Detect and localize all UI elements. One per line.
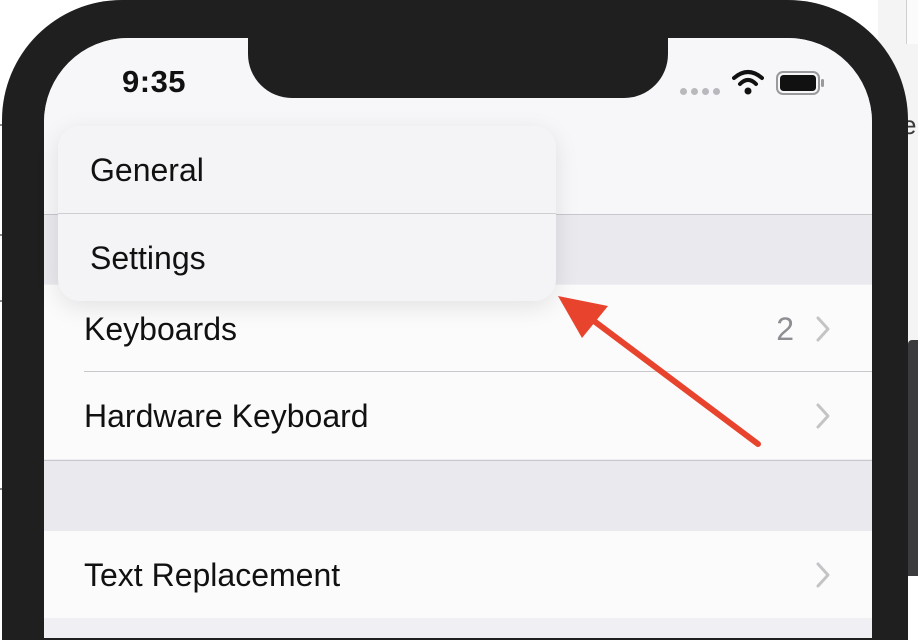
desktop-scrollbar <box>908 340 918 576</box>
chevron-right-icon <box>816 403 830 429</box>
section-spacer <box>44 460 872 532</box>
menu-item-label: Settings <box>90 240 206 276</box>
signal-icon <box>680 88 720 95</box>
status-time: 9:35 <box>122 64 187 99</box>
wifi-icon <box>732 70 764 95</box>
chevron-right-icon <box>816 316 830 342</box>
list-row-hardware-keyboard[interactable]: Hardware Keyboard <box>44 372 872 459</box>
list-row-text-replacement[interactable]: Text Replacement <box>44 531 872 618</box>
row-detail-count: 2 <box>776 311 794 347</box>
status-icons <box>680 68 840 102</box>
menu-item-settings[interactable]: Settings <box>58 214 556 301</box>
phone-notch <box>248 38 668 98</box>
desktop-window-edge <box>906 0 918 44</box>
row-label: Hardware Keyboard <box>84 398 369 434</box>
phone-frame: Keyboards 2 Hardware Keyboard Text Repla… <box>2 0 908 640</box>
context-menu: General Settings <box>58 126 556 301</box>
battery-icon <box>776 71 824 95</box>
menu-item-label: General <box>90 152 204 188</box>
menu-item-general[interactable]: General <box>58 126 556 213</box>
chevron-right-icon <box>816 562 830 588</box>
row-label: Keyboards <box>84 311 237 347</box>
